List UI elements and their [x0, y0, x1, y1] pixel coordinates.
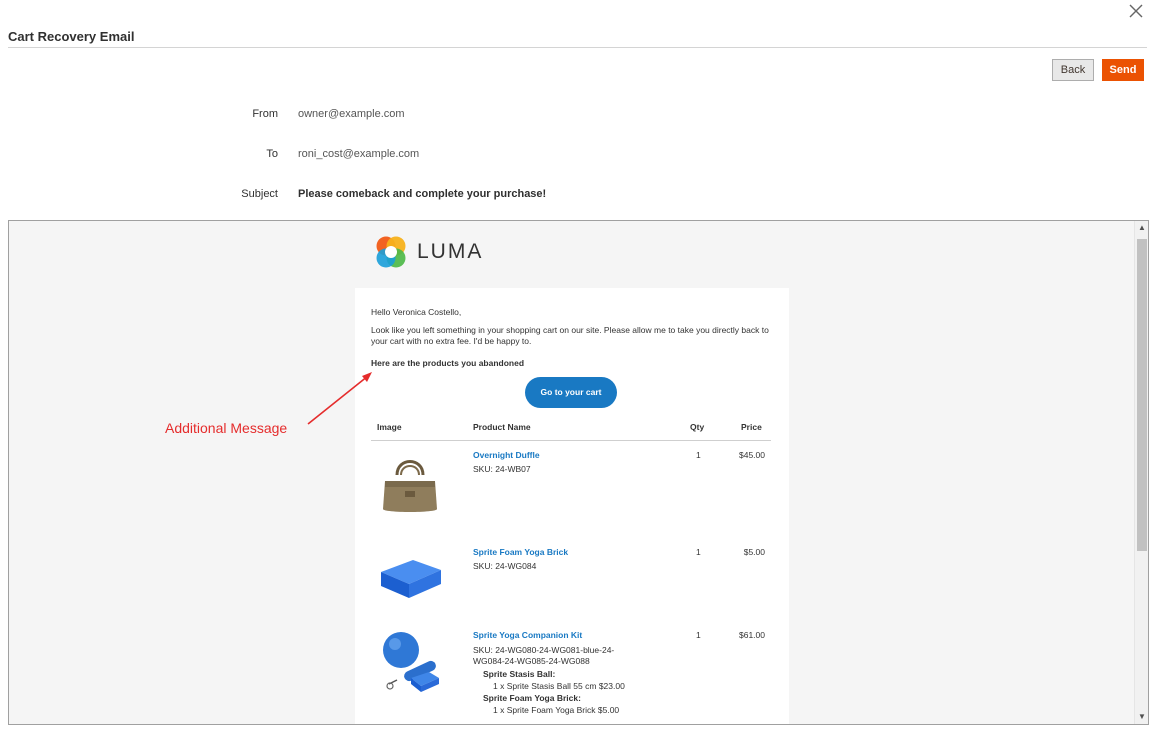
- from-value: owner@example.com: [298, 108, 405, 120]
- col-header-image: Image: [377, 422, 402, 432]
- annotation-arrow-icon: [307, 372, 372, 425]
- product-qty: 1: [696, 547, 701, 557]
- luma-logo: LUMA: [373, 233, 483, 271]
- product-price: $5.00: [743, 547, 765, 557]
- product-price: $45.00: [739, 450, 765, 460]
- scroll-up-arrow-icon[interactable]: ▲: [1135, 221, 1148, 235]
- cart-recovery-modal: Cart Recovery Email Back Send From owner…: [0, 0, 1157, 733]
- subject-label: Subject: [241, 188, 278, 200]
- to-label: To: [266, 148, 278, 160]
- product-name-link[interactable]: Sprite Yoga Companion Kit: [473, 630, 582, 640]
- title-divider: [8, 47, 1147, 48]
- close-button[interactable]: [1125, 0, 1147, 22]
- duffle-bag-icon: [383, 460, 437, 512]
- body-text: Look like you left something in your sho…: [371, 325, 769, 346]
- yoga-brick-icon: [381, 560, 441, 598]
- greeting-text: Hello Veronica Costello,: [371, 307, 462, 317]
- send-button[interactable]: Send: [1102, 59, 1144, 81]
- kit-option-title: Sprite Stasis Ball:: [483, 669, 556, 679]
- yoga-kit-icon: [383, 632, 439, 692]
- kit-option-value: 1 x Sprite Stasis Ball 55 cm $23.00: [493, 681, 625, 691]
- col-header-name: Product Name: [473, 422, 531, 432]
- product-sku-line2: WG084-24-WG085-24-WG088: [473, 656, 590, 666]
- product-sku: SKU: 24-WG084: [473, 561, 537, 571]
- kit-option-value: 1 x Sprite Foam Yoga Brick $5.00: [493, 705, 620, 715]
- annotation-label: Additional Message: [165, 420, 288, 436]
- kit-option-title: Sprite Foam Yoga Brick:: [483, 693, 581, 703]
- from-label: From: [252, 108, 278, 120]
- table-header-divider: [371, 440, 771, 441]
- product-sku-line1: SKU: 24-WG080-24-WG081-blue-24-: [473, 645, 615, 655]
- product-sku: SKU: 24-WB07: [473, 464, 531, 474]
- product-qty: 1: [696, 450, 701, 460]
- product-name-link[interactable]: Overnight Duffle: [473, 450, 540, 460]
- product-qty: 1: [696, 630, 701, 640]
- col-header-price: Price: [741, 422, 762, 432]
- email-preview-frame[interactable]: LUMA Hello Veronica Costello, Look like …: [8, 220, 1149, 725]
- col-header-qty: Qty: [690, 422, 705, 432]
- close-icon: [1129, 4, 1143, 18]
- product-name-link[interactable]: Sprite Foam Yoga Brick: [473, 547, 568, 557]
- back-button[interactable]: Back: [1052, 59, 1094, 81]
- email-body: Hello Veronica Costello, Look like you l…: [355, 288, 789, 724]
- product-price: $61.00: [739, 630, 765, 640]
- yoga-kit-image: [377, 628, 443, 699]
- yoga-brick-image: [377, 554, 443, 607]
- products-heading: Here are the products you abandoned: [371, 358, 525, 368]
- scroll-thumb[interactable]: [1137, 239, 1147, 551]
- modal-title: Cart Recovery Email: [8, 29, 135, 44]
- go-to-cart-button[interactable]: Go to your cart: [525, 377, 617, 408]
- logo-text: LUMA: [417, 240, 484, 263]
- scroll-down-arrow-icon[interactable]: ▼: [1135, 710, 1148, 724]
- luma-logo-icon: [376, 236, 406, 268]
- preview-scrollbar[interactable]: ▲ ▼: [1134, 221, 1148, 724]
- duffle-bag-image: [377, 451, 443, 522]
- to-value: roni_cost@example.com: [298, 148, 420, 160]
- subject-value: Please comeback and complete your purcha…: [298, 188, 547, 200]
